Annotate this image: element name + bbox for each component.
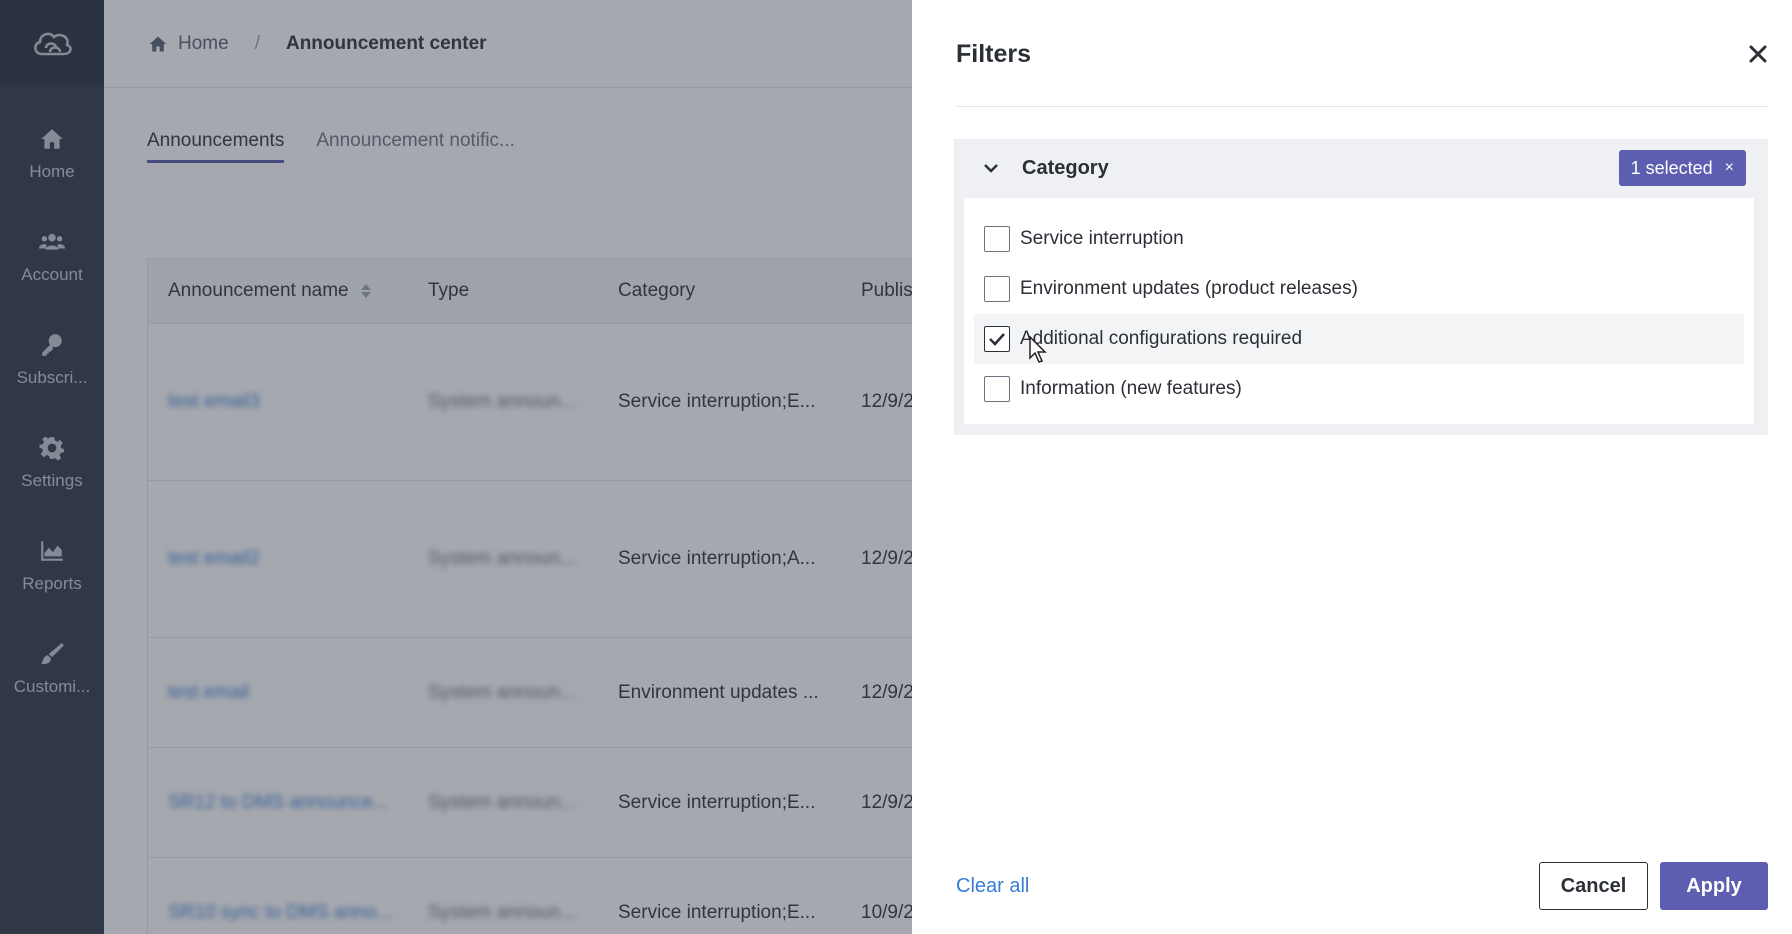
filters-panel: Filters Category 1 selected × Service in… <box>912 0 1792 934</box>
cancel-button[interactable]: Cancel <box>1539 862 1648 910</box>
option-label: Information (new features) <box>1020 378 1242 399</box>
checkbox[interactable] <box>984 226 1010 252</box>
selected-count-badge: 1 selected × <box>1618 150 1746 186</box>
option-information[interactable]: Information (new features) <box>974 364 1744 414</box>
category-filter-section: Category 1 selected × Service interrupti… <box>954 139 1768 435</box>
check-icon <box>989 333 1005 346</box>
close-button[interactable] <box>1744 40 1772 68</box>
category-title-label: Category <box>1022 156 1109 179</box>
category-options-list: Service interruption Environment updates… <box>964 198 1754 424</box>
checkbox-checked[interactable] <box>984 326 1010 352</box>
option-service-interruption[interactable]: Service interruption <box>974 214 1744 264</box>
option-label: Service interruption <box>1020 228 1184 249</box>
filters-footer: Clear all Cancel Apply <box>956 862 1768 910</box>
divider <box>956 106 1768 107</box>
checkbox[interactable] <box>984 376 1010 402</box>
modal-backdrop[interactable] <box>0 0 912 934</box>
apply-button[interactable]: Apply <box>1660 862 1768 910</box>
option-label: Environment updates (product releases) <box>1020 278 1358 299</box>
mouse-cursor-icon <box>1029 336 1047 363</box>
category-section-header[interactable]: Category 1 selected × <box>954 139 1768 197</box>
badge-label: 1 selected <box>1630 157 1713 178</box>
filters-title: Filters <box>956 39 1032 68</box>
option-label: Additional configurations required <box>1020 328 1303 349</box>
clear-all-link[interactable]: Clear all <box>956 875 1029 898</box>
footer-buttons: Cancel Apply <box>1539 862 1768 910</box>
option-environment-updates[interactable]: Environment updates (product releases) <box>974 264 1744 314</box>
clear-selection-icon[interactable]: × <box>1725 159 1734 177</box>
checkbox[interactable] <box>984 276 1010 302</box>
chevron-down-icon[interactable] <box>982 159 1000 177</box>
option-additional-configurations[interactable]: Additional configurations required <box>974 314 1744 364</box>
category-title: Category <box>982 157 1109 180</box>
close-icon <box>1749 45 1767 63</box>
filters-header: Filters <box>956 34 1772 74</box>
